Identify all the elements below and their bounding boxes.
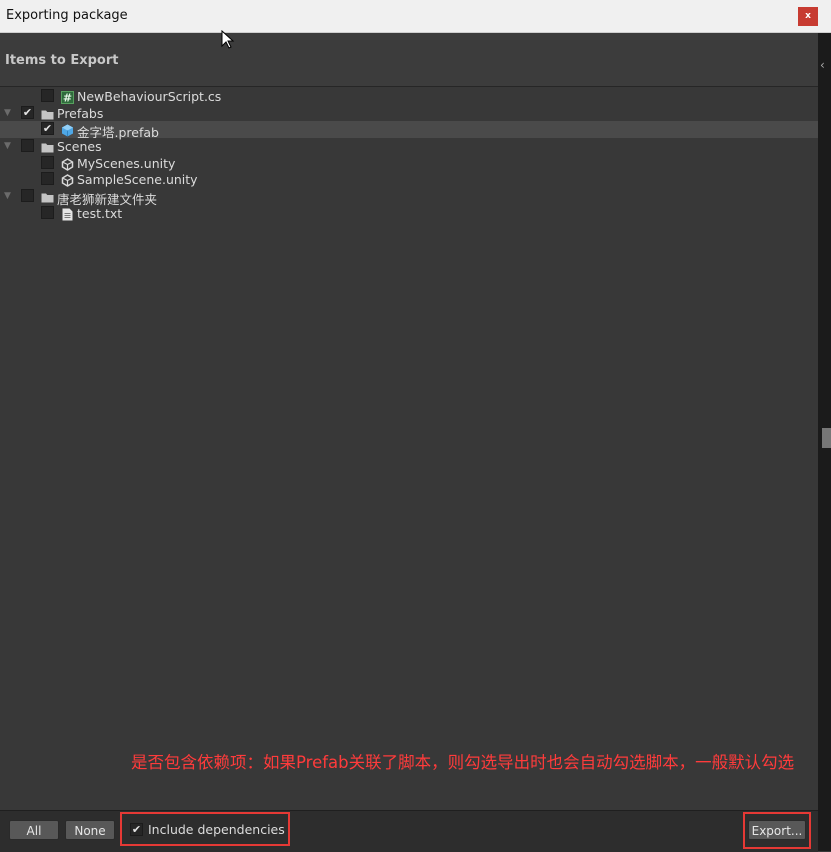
items-to-export-label: Items to Export <box>5 53 119 68</box>
tree-row[interactable]: # NewBehaviourScript.cs <box>0 88 818 105</box>
text-file-icon <box>61 206 74 221</box>
folder-icon <box>41 139 54 153</box>
chevron-left-icon: ‹ <box>820 58 825 72</box>
tree-row[interactable]: ▼ Scenes <box>0 138 818 155</box>
folder-icon <box>41 106 54 120</box>
svg-text:#: # <box>63 92 72 105</box>
folder-icon <box>41 189 54 203</box>
tree-item-checkbox[interactable]: ✔ <box>41 122 54 136</box>
tree-row[interactable]: SampleScene.unity <box>0 171 818 188</box>
csharp-script-icon: # <box>61 89 74 105</box>
tree-item-label: MyScenes.unity <box>77 155 176 171</box>
select-none-button[interactable]: None <box>65 820 115 840</box>
expand-arrow-icon[interactable]: ▼ <box>4 141 11 151</box>
tree-item-label: Scenes <box>57 139 102 155</box>
include-dependencies-label: Include dependencies <box>148 822 285 837</box>
tree-item-checkbox[interactable] <box>21 139 34 153</box>
export-button[interactable]: Export... <box>748 820 806 840</box>
tree-row[interactable]: test.txt <box>0 205 818 222</box>
annotation-text: 是否包含依赖项：如果Prefab关联了脚本，则勾选导出时也会自动勾选脚本，一般默… <box>131 753 795 772</box>
tree-row[interactable]: ▼ ✔ Prefabs <box>0 105 818 122</box>
tree-item-checkbox[interactable] <box>41 155 54 169</box>
prefab-icon <box>61 122 74 137</box>
expand-arrow-icon[interactable]: ▼ <box>4 191 11 201</box>
tree-item-checkbox[interactable] <box>21 189 34 203</box>
items-header: Items to Export <box>0 33 818 87</box>
tree-item-checkbox[interactable] <box>41 205 54 219</box>
scrollbar-handle[interactable] <box>822 428 831 448</box>
tree-row[interactable]: MyScenes.unity <box>0 155 818 172</box>
title-bar: Exporting package x <box>0 0 831 33</box>
expand-arrow-icon[interactable]: ▼ <box>4 108 11 118</box>
close-button[interactable]: x <box>798 7 818 26</box>
tree-item-label: Prefabs <box>57 105 104 121</box>
tree-item-checkbox[interactable] <box>41 89 54 102</box>
include-dependencies-checkbox[interactable]: ✔ <box>130 823 143 836</box>
tree-item-checkbox[interactable]: ✔ <box>21 105 34 119</box>
asset-tree: # NewBehaviourScript.cs ▼ ✔ Prefabs ✔ 金字塔.pref… <box>0 88 818 222</box>
tree-item-label: test.txt <box>77 205 123 221</box>
tree-item-label: SampleScene.unity <box>77 172 198 188</box>
select-all-button[interactable]: All <box>9 820 59 840</box>
tree-row[interactable]: ✔ 金字塔.prefab <box>0 121 818 140</box>
window-title: Exporting package <box>6 8 128 23</box>
mouse-cursor-icon <box>221 30 235 49</box>
tree-item-label: NewBehaviourScript.cs <box>77 89 222 104</box>
unity-scene-icon <box>61 156 74 171</box>
tree-item-checkbox[interactable] <box>41 172 54 186</box>
tree-row[interactable]: ▼ 唐老狮新建文件夹 <box>0 188 818 207</box>
unity-scene-icon <box>61 172 74 188</box>
